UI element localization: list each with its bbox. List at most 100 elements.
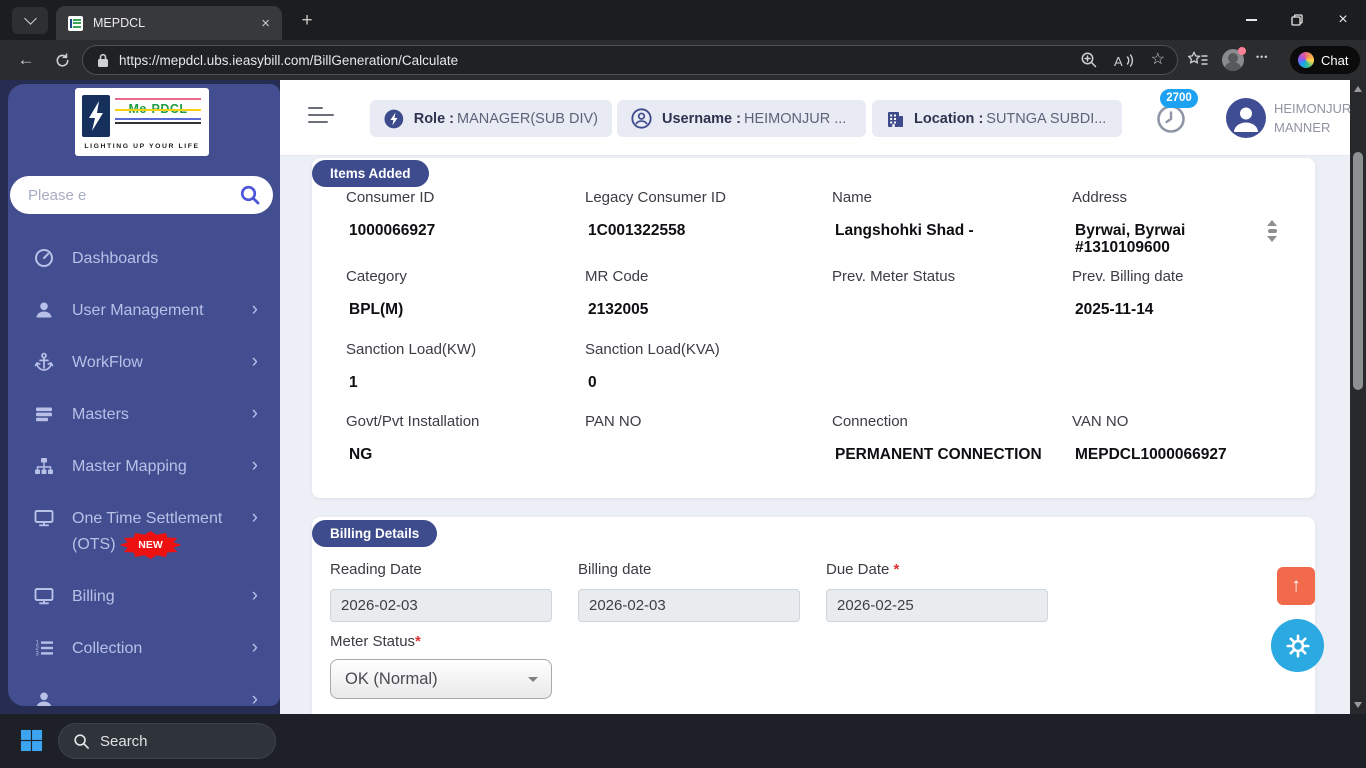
sidebar-item-one-time-settlement[interactable]: One Time Settlement (OTS) NEW › [8, 494, 280, 572]
copilot-chat-button[interactable]: Chat [1290, 46, 1361, 74]
search-icon[interactable] [239, 184, 261, 211]
field-mr-code: MR Code 2132005 [585, 268, 649, 318]
location-chip: Location : SUTNGA SUBDI... [872, 100, 1122, 137]
url-text: https://mepdcl.ubs.ieasybill.com/BillGen… [119, 52, 459, 68]
minimize-button[interactable] [1228, 0, 1274, 40]
sidebar-item-user-management[interactable]: User Management › [8, 286, 280, 338]
browser-tab[interactable]: MEPDCL × [56, 6, 282, 40]
restore-button[interactable] [1274, 0, 1320, 40]
location-value: SUTNGA SUBDI... [986, 110, 1107, 127]
copilot-icon [1298, 52, 1314, 68]
meter-status-select[interactable]: OK (Normal) [330, 659, 552, 699]
field-prev-meter-status: Prev. Meter Status [832, 268, 956, 285]
chevron-right-icon: › [251, 455, 258, 476]
spinner-down-icon[interactable] [1267, 235, 1277, 242]
up-arrow-icon: ↑ [1291, 575, 1301, 596]
spinner-up-icon[interactable] [1267, 220, 1277, 226]
scroll-top-button[interactable]: ↑ [1277, 567, 1315, 605]
field-category: Category BPL(M) [346, 268, 407, 318]
user-icon [34, 300, 56, 325]
chevron-right-icon: › [251, 507, 258, 528]
sidebar-item-label: Master Mapping [72, 458, 187, 475]
minimize-icon [1245, 19, 1257, 21]
screen: MEPDCL × + × ← https://mepdcl.ubs.ieasyb… [0, 0, 1366, 768]
browser-titlebar: MEPDCL × + × [0, 0, 1366, 40]
new-tab-button[interactable]: + [294, 8, 320, 34]
refresh-button[interactable] [46, 44, 78, 76]
select-arrow-icon [528, 677, 538, 687]
sidebar: Me-PDCL LIGHTING UP YOUR LIFE Please e D… [0, 80, 280, 714]
windows-logo-icon [20, 729, 43, 752]
sidebar-item-dashboards[interactable]: Dashboards [8, 234, 280, 286]
field-van-no: VAN NO MEPDCL1000066927 [1072, 413, 1227, 463]
chevron-right-icon: › [251, 637, 258, 658]
user-circle-icon [631, 108, 652, 129]
sidebar-panel: Me-PDCL LIGHTING UP YOUR LIFE Please e D… [8, 84, 280, 706]
sidebar-search-input[interactable] [10, 176, 273, 214]
chevron-right-icon: › [251, 299, 258, 320]
profile-avatar-large[interactable] [1226, 98, 1266, 138]
field-consumer-id: Consumer ID 1000066927 [346, 189, 436, 239]
profile-name-line1: HEIMONJUR [1274, 101, 1350, 116]
main-content: Consumer ID 1000066927 Legacy Consumer I… [280, 156, 1350, 714]
building-icon [888, 111, 903, 127]
profile-name: HEIMONJUR MANNER [1274, 99, 1350, 137]
scrollbar-down-icon[interactable] [1354, 702, 1362, 708]
clock-icon [1157, 105, 1185, 133]
sidebar-nav: Dashboards User Management › WorkFlow › [8, 234, 280, 706]
chevron-right-icon: › [251, 585, 258, 606]
bolt-circle-icon [384, 109, 404, 128]
field-connection: Connection PERMANENT CONNECTION [832, 413, 1042, 463]
address-bar[interactable]: https://mepdcl.ubs.ieasybill.com/BillGen… [82, 45, 1178, 75]
sidebar-item-master-mapping[interactable]: Master Mapping › [8, 442, 280, 494]
field-sanction-load-kw: Sanction Load(KW) 1 [346, 341, 477, 391]
menu-toggle-button[interactable] [308, 107, 334, 128]
start-button[interactable] [20, 729, 43, 757]
chevron-down-icon [23, 12, 37, 25]
lock-icon [98, 53, 108, 67]
tab-list-button[interactable] [12, 7, 48, 34]
favorites-bar-icon[interactable] [1188, 51, 1208, 69]
settings-fab[interactable] [1271, 619, 1324, 672]
page-scrollbar[interactable] [1350, 80, 1366, 714]
billing-date-input[interactable] [578, 589, 800, 622]
sidebar-item-workflow[interactable]: WorkFlow › [8, 338, 280, 390]
svg-text:3: 3 [36, 651, 40, 657]
items-added-section-title: Items Added [312, 160, 429, 187]
taskbar-search[interactable]: Search [58, 723, 276, 759]
tab-close-icon[interactable]: × [261, 16, 270, 31]
close-icon: × [1338, 11, 1348, 28]
due-date-input[interactable] [826, 589, 1048, 622]
sidebar-item-masters[interactable]: Masters › [8, 390, 280, 442]
scrollbar-thumb[interactable] [1353, 152, 1363, 390]
back-button[interactable]: ← [10, 44, 42, 76]
location-label: Location : [914, 110, 984, 127]
restore-icon [1291, 14, 1303, 26]
user-icon [34, 690, 56, 706]
meter-status-label: Meter Status* [330, 633, 421, 650]
billing-date-label: Billing date [578, 561, 652, 578]
sidebar-item-billing[interactable]: Billing › [8, 572, 280, 624]
favorite-star-icon[interactable]: ☆ [1151, 52, 1165, 68]
zoom-icon[interactable] [1080, 51, 1098, 69]
person-icon [1226, 98, 1266, 138]
read-aloud-icon[interactable]: A [1114, 52, 1135, 69]
reading-date-label: Reading Date [330, 561, 422, 578]
reading-date-input[interactable] [330, 589, 552, 622]
sidebar-item-collection[interactable]: 123 Collection › [8, 624, 280, 676]
close-button[interactable]: × [1320, 0, 1366, 40]
more-options-icon[interactable]: ••• [1256, 52, 1268, 62]
sidebar-item-partial[interactable]: › [8, 676, 280, 706]
address-spinner[interactable] [1265, 220, 1279, 242]
spinner-handle[interactable] [1267, 229, 1277, 233]
billing-details-card: Reading Date Billing date Due Date * Met… [312, 517, 1315, 714]
sidebar-item-label: Billing [72, 588, 115, 605]
notification-dot [1238, 47, 1246, 55]
scrollbar-up-icon[interactable] [1354, 86, 1362, 92]
chevron-right-icon: › [251, 689, 258, 706]
search-icon [74, 733, 89, 749]
role-value: MANAGER(SUB DIV) [457, 110, 598, 127]
sidebar-item-label: Collection [72, 640, 143, 657]
sidebar-item-label: User Management [72, 302, 204, 319]
session-timer[interactable] [1156, 104, 1186, 139]
